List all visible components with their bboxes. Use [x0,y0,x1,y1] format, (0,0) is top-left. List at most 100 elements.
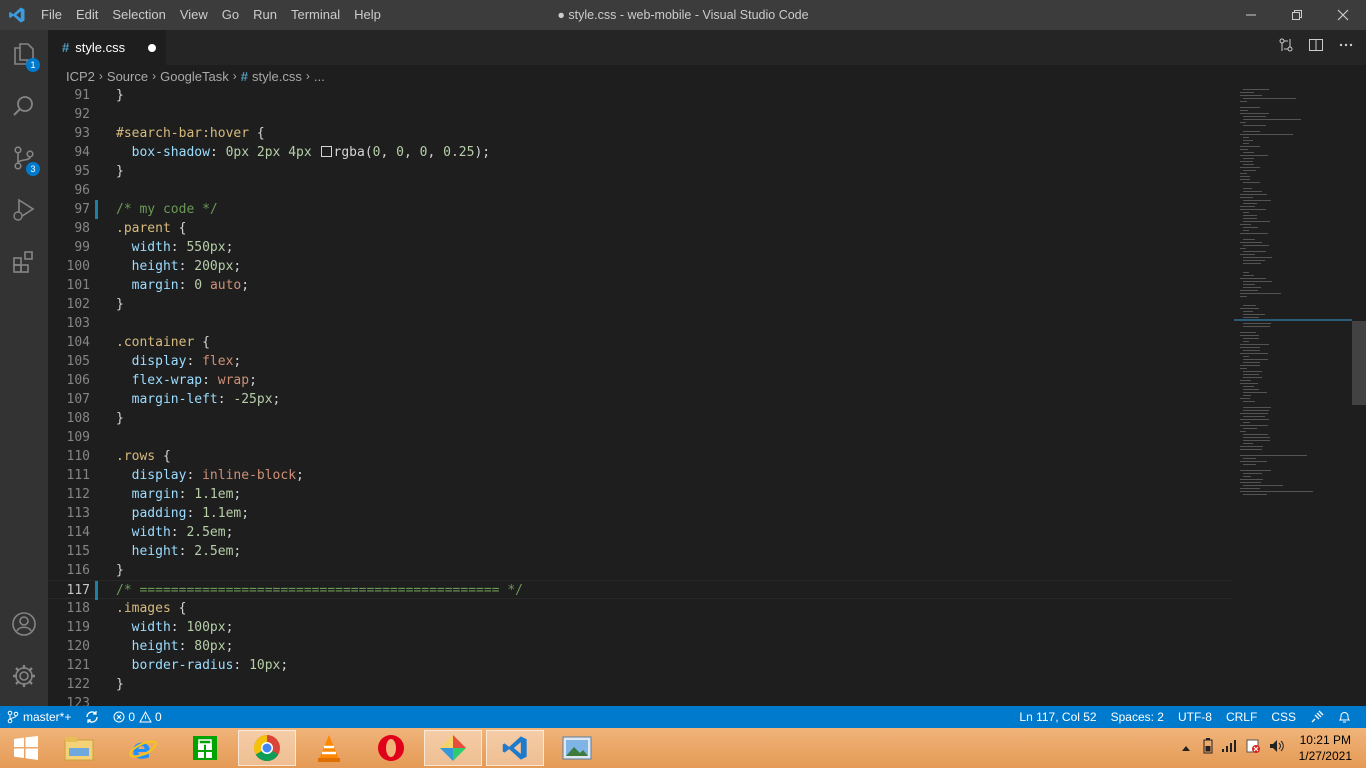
minimap-line [1243,230,1249,231]
menu-go[interactable]: Go [215,0,246,30]
menu-run[interactable]: Run [246,0,284,30]
code-line[interactable]: 114 width: 2.5em; [48,523,1232,542]
show-hidden-icons-icon[interactable] [1181,739,1191,757]
code-line[interactable]: 117 /* ==================================… [48,580,1232,600]
volume-icon[interactable] [1269,739,1285,758]
clock[interactable]: 10:21 PM 1/27/2021 [1299,732,1352,764]
language-mode[interactable]: CSS [1264,710,1303,724]
minimap-viewport[interactable] [1234,319,1352,321]
minimap-line [1240,383,1258,384]
code-line[interactable]: 119 width: 100px; [48,618,1232,637]
code-line[interactable]: 108} [48,409,1232,428]
vlc-icon[interactable] [300,730,358,766]
code-line[interactable]: 113 padding: 1.1em; [48,504,1232,523]
indentation[interactable]: Spaces: 2 [1104,710,1171,724]
code-line[interactable]: 95} [48,162,1232,181]
code-line[interactable]: 100 height: 200px; [48,257,1232,276]
network-icon[interactable] [1221,739,1237,758]
more-actions-icon[interactable] [1338,37,1354,58]
code-line[interactable]: 110 .rows { [48,447,1232,466]
opera-icon[interactable] [362,730,420,766]
breadcrumb-symbols[interactable]: ... [312,69,327,84]
vertical-scrollbar[interactable] [1352,321,1366,405]
minimize-button[interactable] [1228,0,1274,30]
code-line[interactable]: 112 margin: 1.1em; [48,485,1232,504]
manage-button[interactable] [0,652,48,704]
code-line[interactable]: 91} [48,87,1232,105]
breadcrumb-googletask[interactable]: GoogleTask [158,69,231,84]
unsaved-dot-icon[interactable] [148,44,156,52]
minimap-line [1240,449,1262,450]
tab-style-css[interactable]: # style.css [48,30,166,65]
encoding[interactable]: UTF-8 [1171,710,1219,724]
menu-help[interactable]: Help [347,0,388,30]
code-line[interactable]: 93 #search-bar:hover { [48,124,1232,143]
gutter-modified-indicator[interactable] [95,200,98,219]
sync-icon[interactable] [78,710,106,724]
code-line[interactable]: 111 display: inline-block; [48,466,1232,485]
code-line[interactable]: 122} [48,675,1232,694]
code-line[interactable]: 120 height: 80px; [48,637,1232,656]
chrome-icon[interactable] [238,730,296,766]
split-editor-icon[interactable] [1308,37,1324,58]
line-ending[interactable]: CRLF [1219,710,1264,724]
restore-button[interactable] [1274,0,1320,30]
breadcrumb-icp2[interactable]: ICP2 [64,69,97,84]
menu-edit[interactable]: Edit [69,0,105,30]
explorer-button[interactable]: 1 [0,30,48,82]
source-control-button[interactable]: 3 [0,134,48,186]
battery-icon[interactable] [1203,737,1213,759]
minimap[interactable] [1232,87,1366,706]
code-line[interactable]: 105 display: flex; [48,352,1232,371]
start-button[interactable] [8,732,44,764]
code-line[interactable]: 103 [48,314,1232,333]
code-line[interactable]: 92 [48,105,1232,124]
photos-icon[interactable] [548,730,606,766]
search-button[interactable] [0,82,48,134]
code-line[interactable]: 101 margin: 0 auto; [48,276,1232,295]
code-line[interactable]: 94 box-shadow: 0px 2px 4px rgba(0, 0, 0,… [48,143,1232,162]
app-icon[interactable] [424,730,482,766]
code-line[interactable]: 118 .images { [48,599,1232,618]
color-swatch[interactable] [320,146,332,157]
menu-view[interactable]: View [173,0,215,30]
code-line[interactable]: 123 [48,694,1232,706]
open-changes-icon[interactable] [1278,37,1294,58]
code-line[interactable]: 97 /* my code */ [48,200,1232,219]
code-line[interactable]: 107 margin-left: -25px; [48,390,1232,409]
notifications-bell-icon[interactable] [1331,710,1358,724]
store-icon[interactable] [176,730,234,766]
breadcrumb-style-css[interactable]: style.css [250,69,304,84]
code-line[interactable]: 104 .container { [48,333,1232,352]
breadcrumb-source[interactable]: Source [105,69,150,84]
code-line[interactable]: 96 [48,181,1232,200]
code-line[interactable]: 106 flex-wrap: wrap; [48,371,1232,390]
code-line[interactable]: 102} [48,295,1232,314]
code-line[interactable]: 121 border-radius: 10px; [48,656,1232,675]
menu-selection[interactable]: Selection [105,0,172,30]
gutter-modified-indicator[interactable] [95,581,98,600]
code-line[interactable]: 109 [48,428,1232,447]
branch-status[interactable]: master*+ [0,710,78,724]
code-line[interactable]: 98 .parent { [48,219,1232,238]
internet-explorer-icon[interactable]: e [114,730,172,766]
action-center-icon[interactable] [1245,738,1261,759]
code-editor[interactable]: 91} 92 93 #search-bar:hover {94 box-shadow:… [48,87,1232,706]
minimap-line [1243,377,1262,378]
menu-file[interactable]: File [34,0,69,30]
run-debug-button[interactable] [0,186,48,238]
code-line[interactable]: 99 width: 550px; [48,238,1232,257]
feedback-icon[interactable] [1303,710,1331,724]
file-explorer-icon[interactable] [50,730,108,766]
code-line[interactable]: 115 height: 2.5em; [48,542,1232,561]
menu-terminal[interactable]: Terminal [284,0,347,30]
line-number: 110 [66,449,90,464]
code-token: } [116,677,124,692]
problems-status[interactable]: 0 0 [106,710,168,724]
close-button[interactable] [1320,0,1366,30]
accounts-button[interactable] [0,600,48,652]
cursor-position[interactable]: Ln 117, Col 52 [1012,710,1103,724]
extensions-button[interactable] [0,238,48,290]
code-line[interactable]: 116} [48,561,1232,580]
vscode-icon[interactable] [486,730,544,766]
